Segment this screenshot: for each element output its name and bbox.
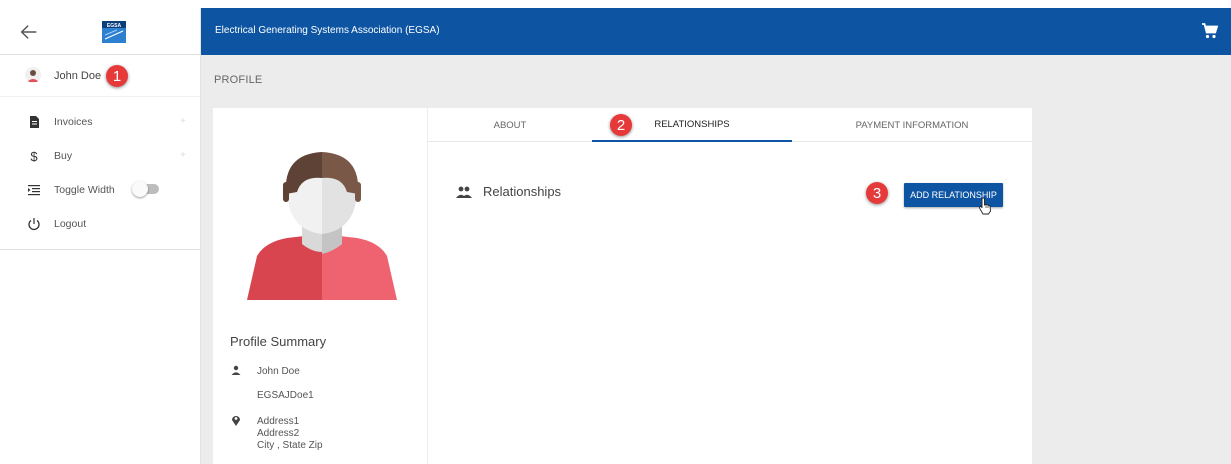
app-header: Electrical Generating Systems Associatio…	[201, 8, 1231, 55]
toggle-knob	[132, 181, 148, 197]
page-title: PROFILE	[214, 74, 263, 86]
sidebar-item-label: Logout	[54, 218, 87, 230]
sidebar-item-label: Buy	[54, 150, 73, 162]
sidebar-divider	[0, 249, 200, 250]
sidebar-item-label: Toggle Width	[54, 184, 115, 196]
expand-icon[interactable]: +	[180, 116, 186, 127]
sidebar-item-invoices[interactable]: Invoices +	[0, 107, 200, 137]
dollar-icon: $	[30, 149, 38, 163]
app-root: EGSA John Doe 1 Invoices + $ Buy + Toggl…	[0, 0, 1231, 464]
cart-icon[interactable]	[1201, 22, 1219, 40]
profile-card: Profile Summary John Doe EGSAJDoe1 Addre…	[213, 108, 427, 464]
summary-username: EGSAJDoe1	[257, 390, 314, 401]
person-icon	[231, 365, 241, 375]
sidebar-item-toggle-width[interactable]: Toggle Width	[0, 175, 200, 205]
summary-address2: Address2	[257, 428, 300, 439]
egsa-logo: EGSA	[102, 21, 126, 43]
step-badge-1: 1	[106, 65, 128, 87]
toggle-width-switch[interactable]	[132, 181, 159, 197]
document-icon	[30, 116, 39, 128]
summary-name: John Doe	[257, 366, 300, 377]
avatar-icon	[25, 67, 41, 83]
header-title: Electrical Generating Systems Associatio…	[215, 25, 440, 36]
svg-text:$: $	[30, 149, 38, 163]
tab-about[interactable]: ABOUT	[428, 108, 592, 142]
sidebar-item-label: Invoices	[54, 116, 93, 128]
tab-bar: ABOUT RELATIONSHIPS PAYMENT INFORMATION …	[428, 108, 1032, 142]
profile-avatar-image	[247, 152, 397, 300]
user-name[interactable]: John Doe	[54, 70, 101, 82]
summary-address1: Address1	[257, 416, 300, 427]
sidebar: EGSA John Doe 1 Invoices + $ Buy + Toggl…	[0, 8, 201, 464]
top-strip	[0, 0, 1231, 8]
step-badge-3: 3	[866, 182, 888, 204]
step-badge-2: 2	[610, 114, 632, 136]
power-icon	[28, 218, 40, 231]
sidebar-item-logout[interactable]: Logout	[0, 209, 200, 239]
indent-icon	[28, 185, 40, 196]
location-pin-icon	[232, 416, 240, 426]
people-icon	[456, 186, 472, 198]
tab-payment-information[interactable]: PAYMENT INFORMATION	[792, 108, 1032, 142]
logo-text: EGSA	[107, 23, 122, 29]
hand-cursor-icon	[979, 197, 991, 215]
profile-summary-title: Profile Summary	[230, 334, 327, 349]
arrow-left-icon[interactable]	[18, 21, 40, 43]
relationships-title: Relationships	[483, 184, 562, 199]
expand-icon[interactable]: +	[180, 150, 186, 161]
sidebar-item-buy[interactable]: $ Buy +	[0, 141, 200, 171]
sidebar-user[interactable]: John Doe 1	[0, 55, 200, 97]
summary-city-state-zip: City , State Zip	[257, 440, 323, 451]
profile-details-panel: ABOUT RELATIONSHIPS PAYMENT INFORMATION …	[428, 108, 1032, 464]
sidebar-top: EGSA	[0, 8, 200, 55]
